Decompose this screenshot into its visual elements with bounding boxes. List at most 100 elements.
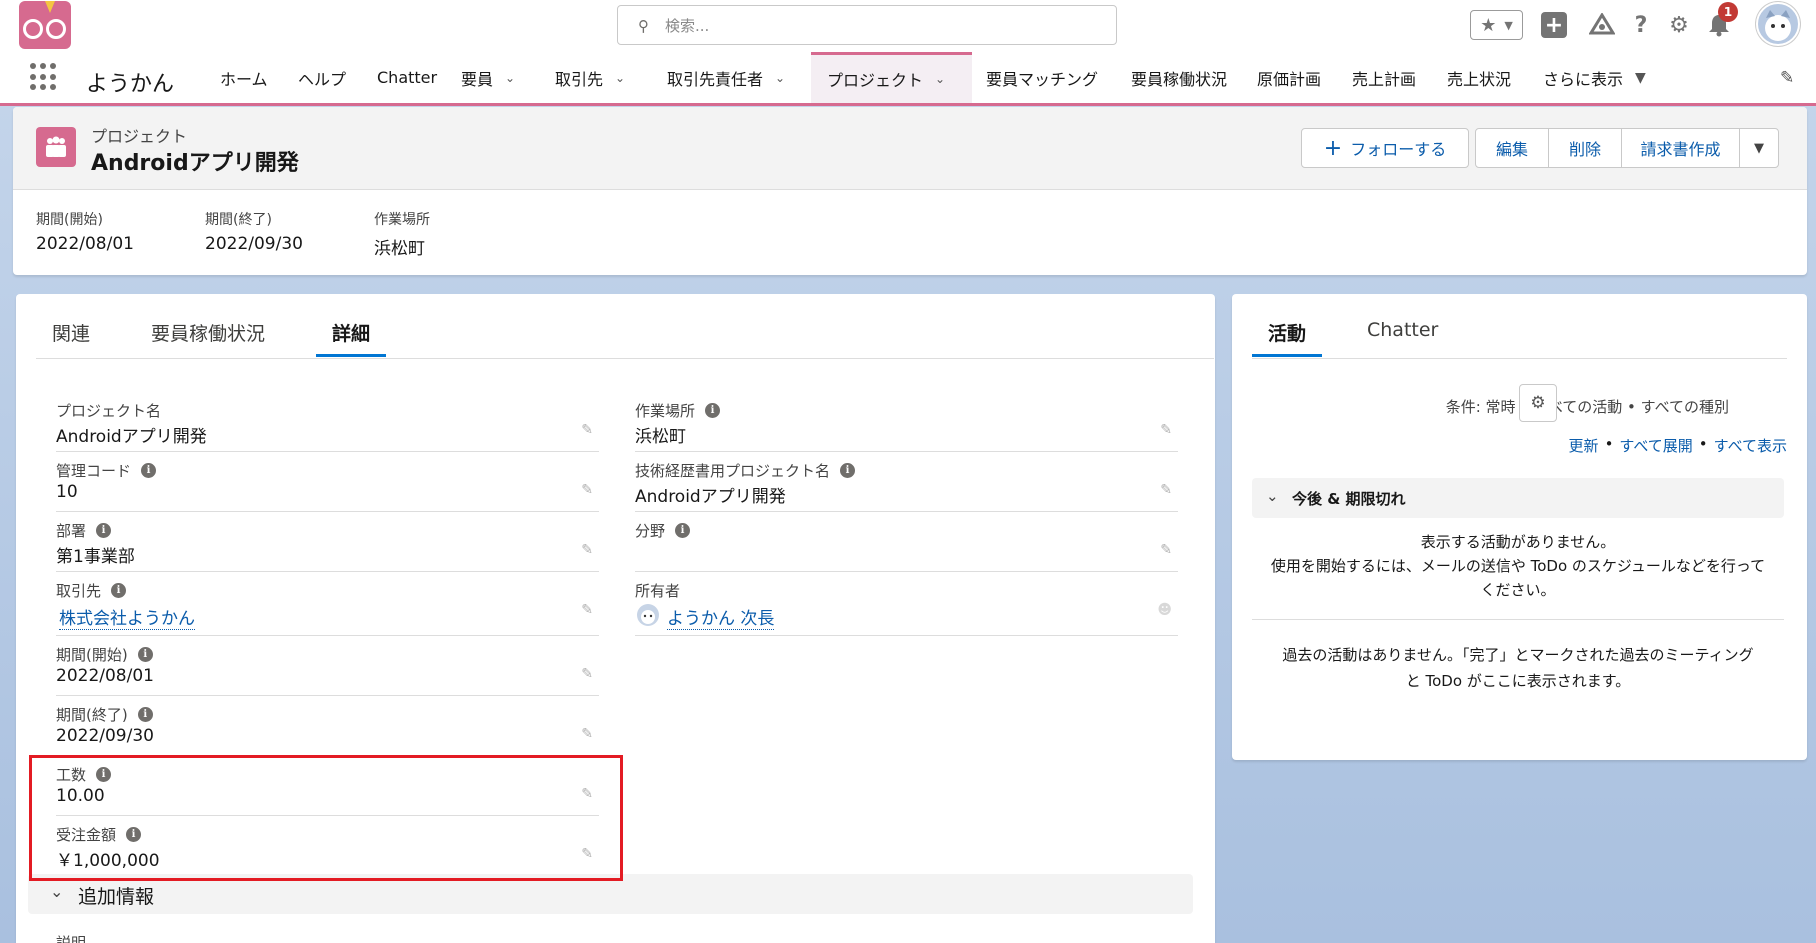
global-search[interactable]: ⚲ (617, 5, 1117, 45)
chevron-down-icon[interactable]: ⌄ (935, 72, 945, 86)
logo-bolt-icon (45, 1, 55, 13)
field-label: 管理コード i (56, 460, 157, 481)
tab-chatter[interactable]: Chatter (1367, 319, 1438, 357)
nav-item-label: 原価計画 (1257, 69, 1322, 89)
nav-item-contacts[interactable]: 取引先責任者 ⌄ (659, 52, 793, 103)
view-all-link[interactable]: すべて表示 (1714, 435, 1787, 456)
info-icon[interactable]: i (111, 583, 127, 598)
account-link[interactable]: 株式会社ようかん (59, 604, 195, 630)
nav-item-more[interactable]: さらに表示 ▼ (1535, 52, 1654, 103)
info-icon[interactable]: i (675, 523, 691, 538)
nav-item-help[interactable]: ヘルプ (290, 52, 354, 103)
nav-item-accounts[interactable]: 取引先 ⌄ (547, 52, 633, 103)
favorites-button[interactable]: ★ ▼ (1470, 10, 1523, 40)
refresh-link[interactable]: 更新 (1569, 435, 1599, 456)
nav-item-cost-plan[interactable]: 原価計画 (1249, 52, 1329, 103)
pencil-icon[interactable]: ✎ (1160, 422, 1172, 438)
field-label-text: 作業場所 (635, 402, 696, 420)
app-launcher-icon[interactable] (30, 63, 58, 91)
app-logo[interactable] (19, 1, 71, 49)
field-label-text: 期間(開始) (56, 646, 128, 664)
activity-settings-button[interactable]: ⚙ (1519, 384, 1557, 422)
gear-icon: ⚙ (1530, 393, 1546, 413)
field-project-name: プロジェクト名 Androidアプリ開発 ✎ (56, 392, 599, 452)
nav-item-label: 取引先 (555, 69, 604, 89)
help-icon[interactable]: ? (1627, 10, 1655, 40)
info-icon[interactable]: i (137, 647, 153, 662)
edit-nav-pencil-icon[interactable]: ✎ (1780, 68, 1794, 88)
nav-item-label: Chatter (377, 68, 438, 87)
no-past-activity-message: 過去の活動はありません。「完了」とマークされた過去のミーティング と ToDo … (1252, 642, 1784, 694)
object-type-label: プロジェクト (91, 127, 188, 146)
nav-item-staff-matching[interactable]: 要員マッチング (978, 52, 1106, 103)
field-value: 第1事業部 (56, 547, 135, 567)
chevron-down-icon: ▼ (1504, 18, 1513, 32)
follow-button[interactable]: + フォローする (1301, 128, 1469, 168)
tab-staff-utilization[interactable]: 要員稼働状況 (151, 319, 265, 357)
info-icon[interactable]: i (96, 523, 112, 538)
chevron-down-icon[interactable]: ⌄ (505, 71, 515, 85)
project-object-icon (36, 127, 76, 167)
chevron-down-icon[interactable]: ⌄ (615, 71, 625, 85)
pencil-icon[interactable]: ✎ (581, 666, 593, 682)
owner-avatar (637, 604, 659, 626)
search-icon: ⚲ (638, 17, 649, 35)
upcoming-overdue-section[interactable]: ⌄ 今後 & 期限切れ (1252, 478, 1784, 518)
change-owner-icon[interactable]: ☻ (1157, 602, 1172, 618)
field-value: 2022/08/01 (56, 666, 154, 686)
pencil-icon[interactable]: ✎ (581, 726, 593, 742)
nav-item-staff[interactable]: 要員 ⌄ (453, 52, 523, 103)
tab-activity[interactable]: 活動 (1252, 319, 1323, 357)
field-label-text: 期間(終了) (56, 706, 128, 724)
field-owner: 所有者 ようかん 次長 ☻ (635, 572, 1178, 636)
tab-divider (36, 358, 1214, 359)
info-icon[interactable]: i (840, 463, 856, 478)
nav-item-sales-status[interactable]: 売上状況 (1439, 52, 1519, 103)
field-period-end: 期間(終了) i 2022/09/30 ✎ (56, 696, 599, 756)
delete-button[interactable]: 削除 (1548, 128, 1622, 168)
expand-all-link[interactable]: すべて展開 (1619, 435, 1692, 456)
field-value: 2022/09/30 (56, 726, 154, 746)
info-icon[interactable]: i (705, 403, 721, 418)
nav-item-home[interactable]: ホーム (212, 52, 276, 103)
link-separator: • (1604, 435, 1614, 453)
activity-panel: 活動 Chatter 条件: 常時 • すべての活動 • すべての種別 更新 •… (1232, 294, 1807, 760)
nav-item-label: 要員稼働状況 (1131, 69, 1228, 89)
caret-down-icon: ▼ (1635, 69, 1646, 86)
pencil-icon[interactable]: ✎ (1160, 482, 1172, 498)
nav-item-chatter[interactable]: Chatter (369, 52, 445, 103)
tab-divider (1252, 358, 1787, 359)
message-line: と ToDo がここに表示されます。 (1405, 672, 1631, 690)
user-avatar[interactable] (1756, 2, 1800, 46)
pencil-icon[interactable]: ✎ (1160, 542, 1172, 558)
chevron-down-icon[interactable]: ⌄ (775, 71, 785, 85)
highlight-value: 浜松町 (374, 239, 425, 259)
search-input[interactable] (665, 15, 1085, 37)
trailhead-icon[interactable] (1586, 10, 1618, 40)
field-value: 浜松町 (635, 427, 686, 447)
edit-button[interactable]: 編集 (1475, 128, 1549, 168)
pencil-icon[interactable]: ✎ (581, 422, 593, 438)
chevron-down-icon: ⌄ (1266, 487, 1279, 505)
follow-button-label: フォローする (1350, 140, 1447, 159)
pencil-icon[interactable]: ✎ (581, 542, 593, 558)
star-icon: ★ (1480, 14, 1497, 36)
nav-item-projects[interactable]: プロジェクト ⌄ (811, 52, 972, 103)
app-navigation-bar: ようかん ホーム ヘルプ Chatter 要員 ⌄ 取引先 ⌄ 取引先責任者 ⌄ プロ… (0, 52, 1816, 106)
nav-item-sales-plan[interactable]: 売上計画 (1344, 52, 1424, 103)
field-value: Androidアプリ開発 (635, 487, 786, 507)
notification-count-badge: 1 (1718, 2, 1738, 22)
info-icon[interactable]: i (137, 707, 153, 722)
chevron-down-icon: ⌄ (50, 882, 64, 901)
owner-link[interactable]: ようかん 次長 (667, 604, 775, 630)
tab-details[interactable]: 詳細 (316, 319, 387, 357)
pencil-icon[interactable]: ✎ (581, 482, 593, 498)
create-invoice-button[interactable]: 請求書作成 (1621, 128, 1740, 168)
nav-item-staff-utilization[interactable]: 要員稼働状況 (1123, 52, 1235, 103)
global-actions-button[interactable]: + (1541, 12, 1567, 38)
info-icon[interactable]: i (141, 463, 157, 478)
tab-related[interactable]: 関連 (52, 319, 90, 357)
more-actions-button[interactable]: ▼ (1739, 128, 1779, 168)
pencil-icon[interactable]: ✎ (581, 602, 593, 618)
gear-icon[interactable]: ⚙ (1665, 10, 1693, 40)
